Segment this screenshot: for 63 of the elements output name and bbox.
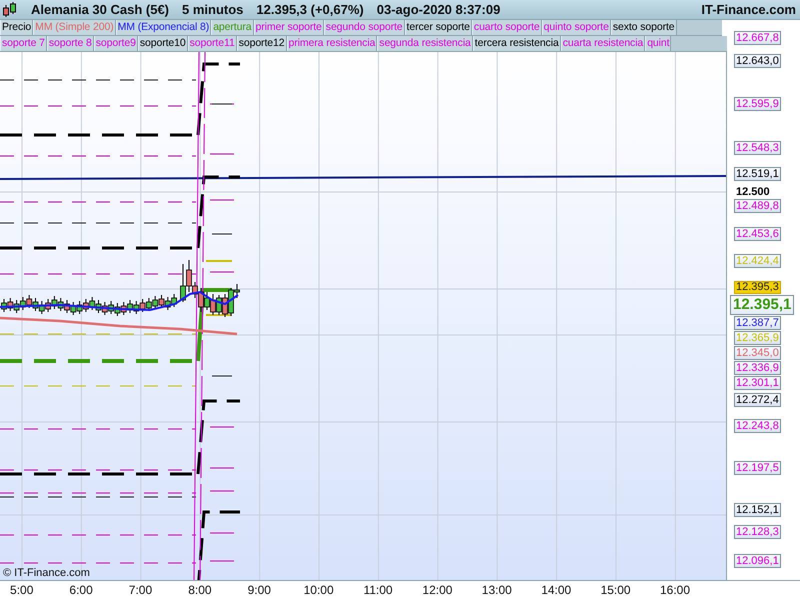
legend-item[interactable]: tercer soporte <box>404 20 472 35</box>
time-label: 9:00 <box>246 582 272 599</box>
time-label: 7:00 <box>128 582 154 599</box>
legend-item[interactable]: tercera resistencia <box>472 36 561 51</box>
site-name: IT-Finance.com <box>701 2 796 17</box>
legend-item[interactable]: apertura <box>211 20 254 35</box>
price-label: 12.345,0 <box>734 346 781 360</box>
legend-item[interactable]: soporte9 <box>94 36 138 51</box>
price-label: 12.152,1 <box>734 502 781 517</box>
price-label: 12.096,1 <box>734 554 781 568</box>
time-label: 12:00 <box>421 582 454 599</box>
time-label: 6:00 <box>68 582 94 599</box>
time-label: 16:00 <box>658 582 691 599</box>
price-label: 12.243,8 <box>734 418 781 433</box>
time-label: 11:00 <box>362 582 394 599</box>
legend-item[interactable]: soporte 8 <box>46 36 94 51</box>
legend-item[interactable]: cuarto soporte <box>472 20 542 35</box>
interval-label: 5 minutos <box>182 2 244 17</box>
price-label: 12.272,4 <box>734 392 781 407</box>
price-label: 12.128,3 <box>734 524 781 539</box>
price-label: 12.387,7 <box>734 316 781 330</box>
price-tick-label: 12.500 <box>736 186 770 198</box>
time-label: 10:00 <box>302 582 335 599</box>
price-change: 12.395,3 (+0,67%) <box>256 2 364 17</box>
instrument-title: Alemania 30 Cash (5€) <box>31 2 170 17</box>
legend-item[interactable]: soporte11 <box>188 36 237 51</box>
legend-item[interactable]: soporte10 <box>138 36 188 51</box>
legend-item[interactable]: MM (Exponencial 8) <box>116 20 212 35</box>
step-level-line <box>196 510 240 580</box>
candlestick-icon <box>2 2 18 18</box>
time-label: 8:00 <box>187 582 213 599</box>
legend-item[interactable]: segundo soporte <box>324 20 405 35</box>
price-label: 12.336,9 <box>734 360 781 375</box>
legend-item[interactable]: primera resistencia <box>286 36 378 51</box>
copyright-label: © IT-Finance.com <box>3 567 90 579</box>
legend-item[interactable]: cuarta resistencia <box>560 36 646 51</box>
price-label: 12.365,9 <box>734 330 781 345</box>
legend-item[interactable]: Precio <box>0 20 34 35</box>
price-label: 12.519,1 <box>734 167 781 182</box>
legend-item[interactable]: MM (Simple 200) <box>33 20 116 35</box>
price-label: 12.595,9 <box>734 97 781 112</box>
datetime-label: 03-ago-2020 8:37:09 <box>376 2 500 17</box>
legend-item[interactable]: soporte 7 <box>0 36 47 51</box>
legend-item[interactable]: sexto soporte <box>610 20 677 35</box>
price-label: 12.301,1 <box>734 376 781 390</box>
legend-item[interactable]: segunda resistencia <box>377 36 473 51</box>
price-label: 12.197,5 <box>734 461 781 476</box>
price-label: 12.424,4 <box>734 254 781 268</box>
price-label: 12.395,3 <box>734 280 781 294</box>
price-label: 12.548,3 <box>734 140 781 155</box>
price-label: 12.489,8 <box>734 198 781 213</box>
time-label: 5:00 <box>9 582 34 599</box>
time-label: 15:00 <box>600 582 632 599</box>
time-label: 13:00 <box>480 582 513 599</box>
price-label: 12.453,6 <box>734 227 781 242</box>
price-label: 12.643,0 <box>734 54 781 68</box>
legend-item[interactable]: primer soporte <box>254 20 324 35</box>
time-label: 14:00 <box>540 582 572 599</box>
legend-item[interactable]: soporte12 <box>236 36 286 51</box>
legend-item[interactable]: quinto soporte <box>542 20 611 35</box>
legend-item[interactable]: quint <box>645 36 672 51</box>
last-price-label: 12.395,1 <box>730 294 794 315</box>
price-label: 12.667,8 <box>734 31 781 46</box>
